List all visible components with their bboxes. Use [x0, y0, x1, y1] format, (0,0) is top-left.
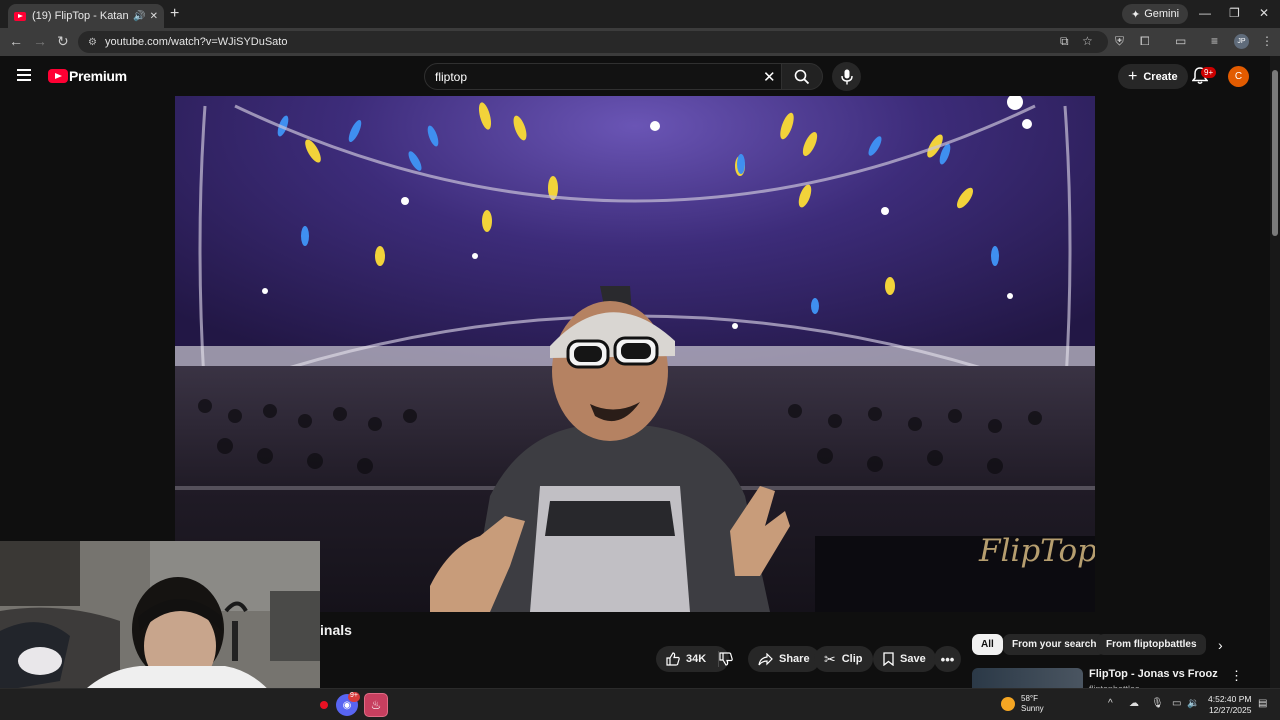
system-clock[interactable]: 4:52:40 PM 12/27/2025 — [1208, 694, 1251, 716]
scissors-icon: ✂ — [824, 650, 836, 667]
chip-all[interactable]: All — [972, 634, 1003, 655]
bookmark-save-icon — [883, 652, 894, 666]
weather-description: Sunny — [1021, 704, 1044, 713]
browser-tab-strip: (19) FlipTop - Katana vs Lhip 🔊 ✕ + ✦ Ge… — [0, 0, 1280, 28]
shield-extension-icon[interactable]: ⛨ — [1115, 34, 1124, 49]
split-view-icon[interactable]: ▭ — [1175, 34, 1186, 48]
share-arrow-icon — [758, 652, 773, 665]
tab-close-icon[interactable]: ✕ — [150, 11, 158, 22]
discord-badge: 9+ — [348, 692, 360, 702]
youtube-favicon-icon — [14, 11, 26, 21]
tab-title: (19) FlipTop - Katana vs Lhip — [32, 10, 129, 22]
youtube-premium-logo[interactable]: Premium — [69, 68, 127, 84]
save-label: Save — [900, 653, 926, 665]
rapper-figure-graphic — [430, 286, 790, 612]
share-label: Share — [779, 653, 810, 665]
thumbs-up-icon — [666, 652, 680, 666]
restore-icon[interactable]: ❐ — [1229, 6, 1240, 20]
chip-from-your-search[interactable]: From your search — [1003, 634, 1106, 655]
gemini-button[interactable]: ✦ Gemini — [1122, 4, 1189, 24]
recommendation-menu-icon[interactable]: ⋮ — [1230, 668, 1243, 684]
new-tab-icon[interactable]: + — [170, 5, 179, 23]
thumbs-down-icon — [719, 652, 733, 666]
site-info-icon[interactable]: ⚙ — [88, 37, 97, 48]
url-text: youtube.com/watch?v=WJiSYDuSato — [104, 36, 288, 48]
plus-icon: + — [1128, 67, 1138, 85]
chip-from-fliptopbattles[interactable]: From fliptopbattles — [1097, 634, 1206, 655]
chips-next-chevron-icon[interactable]: › — [1218, 637, 1223, 653]
minimize-icon[interactable]: — — [1199, 6, 1211, 20]
reload-icon[interactable]: ↻ — [57, 33, 69, 50]
back-arrow-icon[interactable]: ← — [9, 33, 23, 49]
sparkle-icon: ✦ — [1131, 8, 1141, 21]
steam-icon[interactable]: ♨ — [364, 693, 388, 717]
forward-arrow-icon[interactable]: → — [33, 33, 47, 49]
record-dot-icon — [320, 701, 328, 709]
create-button[interactable]: + Create — [1118, 64, 1188, 89]
clock-date: 12/27/2025 — [1208, 705, 1252, 715]
microphone-tray-icon[interactable]: 🎙 — [1151, 698, 1164, 709]
notification-center-icon[interactable]: ▤ — [1258, 698, 1267, 709]
clear-search-icon[interactable]: ✕ — [763, 68, 776, 86]
clock-time: 4:52:40 PM — [1208, 694, 1252, 704]
search-icon — [794, 69, 810, 84]
youtube-header: Premium ✕ + Create 9+ C — [0, 56, 1270, 96]
cast-icon[interactable]: ⧉ — [1060, 34, 1069, 49]
speaker-icon[interactable]: 🔊 — [133, 11, 145, 22]
dislike-button[interactable] — [713, 646, 743, 672]
extensions-puzzle-icon[interactable]: ⧠ — [1140, 34, 1150, 49]
volume-icon[interactable]: 🔉 — [1187, 698, 1199, 709]
voice-search-button[interactable] — [832, 62, 861, 91]
youtube-logo-icon[interactable] — [48, 69, 68, 83]
show-hidden-icons-chevron-icon[interactable]: ^ — [1108, 698, 1113, 709]
fliptop-watermark: FlipTop — [979, 533, 1095, 569]
taskbar-app-icon[interactable] — [312, 693, 336, 717]
browser-tab-active[interactable]: (19) FlipTop - Katana vs Lhip 🔊 ✕ — [8, 4, 164, 28]
search-input[interactable] — [435, 69, 755, 84]
window-close-icon[interactable]: ✕ — [1259, 6, 1269, 20]
like-count: 34K — [686, 653, 707, 665]
more-actions-button[interactable]: ••• — [934, 646, 961, 672]
browser-profile-avatar[interactable]: JP — [1234, 34, 1249, 49]
notification-badge: 9+ — [1201, 67, 1217, 78]
weather-widget[interactable]: 58°F Sunny — [1001, 694, 1044, 714]
account-avatar[interactable]: C — [1228, 66, 1249, 87]
save-button[interactable]: Save — [873, 646, 936, 672]
video-player[interactable]: FlipTop — [175, 96, 1095, 612]
video-title: inals — [320, 622, 352, 638]
page-scrollbar-thumb[interactable] — [1272, 70, 1278, 236]
windows-taskbar: ◉ 9+ ♨ 58°F Sunny ^ ☁ 🎙 ▭ 🔉 4:52:40 PM 1… — [0, 688, 1280, 720]
media-queue-icon[interactable]: ≡ — [1211, 34, 1218, 48]
recommendation-thumbnail[interactable] — [972, 668, 1083, 688]
share-button[interactable]: Share — [748, 646, 820, 672]
bookmark-star-icon[interactable]: ☆ — [1082, 34, 1093, 48]
hamburger-menu-icon[interactable] — [17, 69, 31, 81]
browser-toolbar: ← → ↻ ⚙ youtube.com/watch?v=WJiSYDuSato … — [0, 28, 1280, 56]
microphone-icon — [840, 69, 853, 84]
steam-glyph-icon: ♨ — [370, 698, 382, 712]
recommendation-title[interactable]: FlipTop - Jonas vs Frooz — [1089, 668, 1218, 680]
clip-label: Clip — [841, 653, 863, 665]
clip-button[interactable]: ✂ Clip — [814, 646, 873, 672]
kebab-menu-icon[interactable]: ⋮ — [1261, 34, 1273, 48]
onedrive-cloud-icon[interactable]: ☁ — [1129, 698, 1139, 709]
network-icon[interactable]: ▭ — [1172, 698, 1181, 709]
gemini-label: Gemini — [1144, 8, 1180, 20]
address-bar[interactable]: ⚙ youtube.com/watch?v=WJiSYDuSato ⧉ ☆ — [78, 31, 1108, 53]
weather-temperature: 58°F — [1021, 694, 1038, 703]
create-label: Create — [1143, 70, 1178, 83]
more-horizontal-icon: ••• — [940, 651, 955, 667]
sun-icon — [1001, 697, 1015, 711]
search-button[interactable] — [781, 63, 823, 90]
search-box[interactable] — [424, 63, 788, 90]
